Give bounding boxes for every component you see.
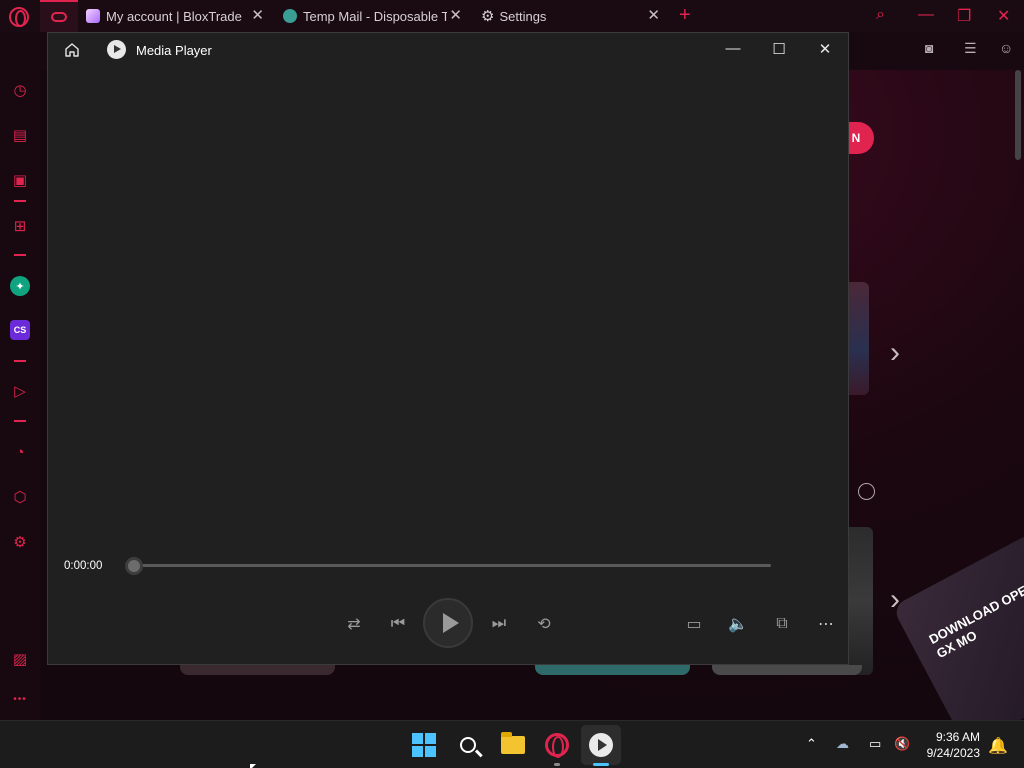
new-tab-button[interactable]: + (679, 4, 691, 27)
notification-bell-icon[interactable]: 🔔 (988, 736, 1008, 756)
onedrive-cloud-icon[interactable]: ☁ (836, 736, 849, 752)
seek-handle[interactable] (125, 557, 143, 575)
volume-icon[interactable]: 🔈 (726, 612, 750, 636)
twitch-icon[interactable]: ▣ (10, 170, 30, 190)
seek-bar[interactable] (134, 564, 771, 567)
close-tab-button[interactable]: ✕ (251, 8, 264, 24)
tab-temp-mail[interactable]: Temp Mail - Disposable Ter ✕ (283, 0, 470, 32)
gear-icon: ⚙ (481, 8, 495, 25)
windows-logo-icon (412, 733, 436, 757)
running-indicator (554, 763, 560, 766)
close-button[interactable]: ✕ (997, 6, 1010, 26)
network-icon[interactable]: ▭ (869, 736, 881, 752)
speed-dial-icon[interactable]: ◷ (10, 80, 30, 100)
carousel-thumbnail[interactable] (180, 665, 335, 675)
bloxtrade-favicon (86, 9, 100, 23)
next-icon[interactable]: ⏭ (487, 612, 511, 636)
active-indicator (593, 763, 609, 766)
easy-setup-icon[interactable]: ☰ (964, 40, 977, 57)
shuffle-icon[interactable]: ⇄ (342, 612, 366, 636)
close-tab-button[interactable]: ✕ (449, 8, 462, 24)
account-icon[interactable]: ☺ (999, 40, 1013, 56)
page-scrollbar[interactable] (1015, 70, 1021, 160)
subtitles-icon[interactable]: ▭ (682, 612, 706, 636)
tab-settings[interactable]: ⚙ Settings ✕ (481, 0, 668, 32)
chevron-up-icon[interactable]: ⌃ (806, 736, 817, 752)
opera-gx-icon (545, 733, 569, 758)
snapshot-camera-icon[interactable]: ◙ (925, 40, 933, 56)
settings-gear-icon[interactable]: ⚙ (10, 532, 30, 552)
chevron-right-icon[interactable]: › (890, 336, 900, 370)
carousel-thumbnail[interactable] (848, 282, 869, 395)
minimize-button[interactable]: — (918, 6, 934, 24)
window-title: Media Player (136, 43, 212, 58)
tab-bloxtrade[interactable]: My account | BloxTrade ✕ (86, 0, 272, 32)
tab-title: My account | BloxTrade (106, 8, 242, 24)
maximize-button[interactable]: ☐ (769, 40, 789, 58)
media-player-taskbar-button[interactable] (585, 729, 617, 761)
shopping-icon[interactable]: ▤ (10, 125, 30, 145)
temp-mail-favicon (283, 9, 297, 23)
folder-icon (501, 732, 525, 754)
tab-gx-corner[interactable] (40, 0, 78, 32)
clock-date: 9/24/2023 (926, 746, 980, 760)
clock-time: 9:36 AM (935, 730, 980, 744)
chatgpt-icon[interactable]: ✦ (10, 276, 30, 296)
volume-muted-icon[interactable]: 🔇 (894, 736, 910, 752)
gx-control-icon[interactable]: ⊞ (10, 216, 30, 236)
title-bar: Media Player — ☐ ✕ (48, 33, 848, 67)
opera-menu-icon[interactable] (9, 7, 29, 27)
mouse-cursor (250, 764, 256, 768)
search-icon (460, 737, 476, 753)
media-player-icon (589, 733, 613, 757)
close-button[interactable]: ✕ (815, 40, 835, 58)
sidebar-divider (14, 200, 26, 202)
restore-button[interactable]: ❐ (957, 6, 971, 26)
tab-bar: My account | BloxTrade ✕ Temp Mail - Dis… (0, 0, 1024, 32)
tab-title: Temp Mail - Disposable Ter (303, 8, 447, 24)
current-time: 0:00:00 (64, 560, 103, 572)
sidebar-divider (14, 360, 26, 362)
carousel-thumbnail[interactable] (535, 665, 690, 675)
taskbar: ⌃ ☁ ▭ 🔇 9:36 AM 9/24/2023 🔔 (0, 720, 1024, 768)
mini-view-icon[interactable]: ⧉ (770, 612, 794, 636)
history-icon[interactable]: ◔ (10, 442, 30, 462)
previous-icon[interactable]: ⏮ (386, 612, 410, 636)
home-icon[interactable] (64, 42, 80, 58)
carousel-thumbnail[interactable] (712, 665, 862, 675)
opera-gx-taskbar-button[interactable] (541, 729, 573, 761)
more-icon[interactable]: ••• (10, 689, 30, 709)
pinboard-image-icon[interactable]: ▨ (10, 649, 30, 669)
media-player-window: Media Player — ☐ ✕ 0:00:00 ⇄ ⏮ ⏭ ⟲ ▭ 🔈 ⧉… (47, 32, 849, 665)
close-tab-button[interactable]: ✕ (647, 8, 660, 24)
sidebar: ◷ ▤ ▣ ⊞ ✦ CS ▷ ◔ ⬡ ⚙ ▨ ••• (0, 32, 40, 720)
carousel-thumbnail[interactable] (848, 527, 873, 675)
player-icon[interactable]: ▷ (10, 381, 30, 401)
sidebar-divider (14, 254, 26, 256)
search-tabs-icon[interactable]: ⌕ (876, 6, 885, 24)
gamepad-icon (51, 12, 67, 22)
sidebar-divider (14, 420, 26, 422)
search-button[interactable] (452, 729, 484, 761)
smiley-icon[interactable] (858, 483, 875, 500)
play-button[interactable] (423, 598, 473, 648)
minimize-button[interactable]: — (723, 40, 743, 57)
file-explorer-button[interactable] (497, 729, 529, 761)
extensions-cube-icon[interactable]: ⬡ (10, 487, 30, 507)
repeat-icon[interactable]: ⟲ (532, 612, 556, 636)
cs-icon[interactable]: CS (10, 320, 30, 340)
clock[interactable]: 9:36 AM 9/24/2023 (918, 729, 980, 761)
more-options-icon[interactable]: ⋯ (814, 612, 838, 636)
start-button[interactable] (408, 729, 440, 761)
tab-title: Settings (499, 8, 547, 24)
media-player-app-icon (107, 40, 126, 59)
